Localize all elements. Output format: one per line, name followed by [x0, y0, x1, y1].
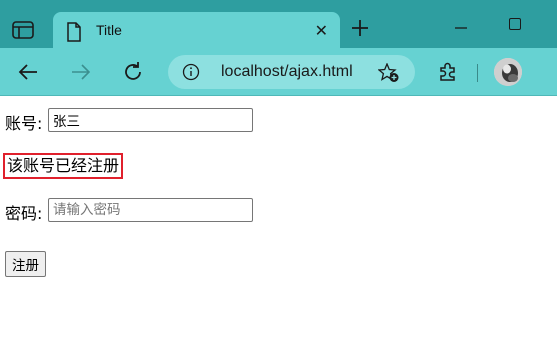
page-content: 账号: 该账号已经注册 密码: 注册: [0, 97, 557, 350]
tab-actions-icon[interactable]: [12, 21, 34, 39]
extensions-icon[interactable]: [437, 60, 459, 82]
address-bar[interactable]: localhost/ajax.html: [168, 55, 415, 89]
browser-titlebar: Title ✕: [0, 0, 557, 50]
password-row: 密码:: [5, 200, 42, 224]
account-label: 账号:: [5, 114, 43, 133]
new-tab-icon[interactable]: [349, 17, 371, 39]
page-icon: [67, 22, 81, 42]
forward-icon[interactable]: [70, 61, 92, 83]
password-label: 密码:: [5, 204, 43, 223]
account-status-message: 该账号已经注册: [3, 153, 124, 179]
account-input[interactable]: [48, 108, 253, 132]
account-row: 账号:: [5, 110, 42, 134]
register-button[interactable]: 注册: [5, 251, 46, 277]
info-icon[interactable]: [182, 63, 200, 81]
maximize-icon[interactable]: [509, 18, 521, 30]
avatar-image: [494, 58, 522, 86]
password-input[interactable]: [48, 198, 253, 222]
browser-tab[interactable]: Title ✕: [53, 12, 340, 50]
browser-toolbar: localhost/ajax.html: [0, 48, 557, 96]
address-url[interactable]: localhost/ajax.html: [221, 63, 353, 81]
profile-avatar[interactable]: [494, 58, 522, 86]
toolbar-divider: [477, 64, 478, 82]
back-icon[interactable]: [17, 61, 39, 83]
close-icon[interactable]: ✕: [315, 21, 328, 40]
tab-title: Title: [96, 22, 122, 38]
minimize-icon[interactable]: [454, 16, 468, 30]
refresh-icon[interactable]: [122, 61, 144, 83]
add-favorite-icon[interactable]: [378, 63, 400, 83]
